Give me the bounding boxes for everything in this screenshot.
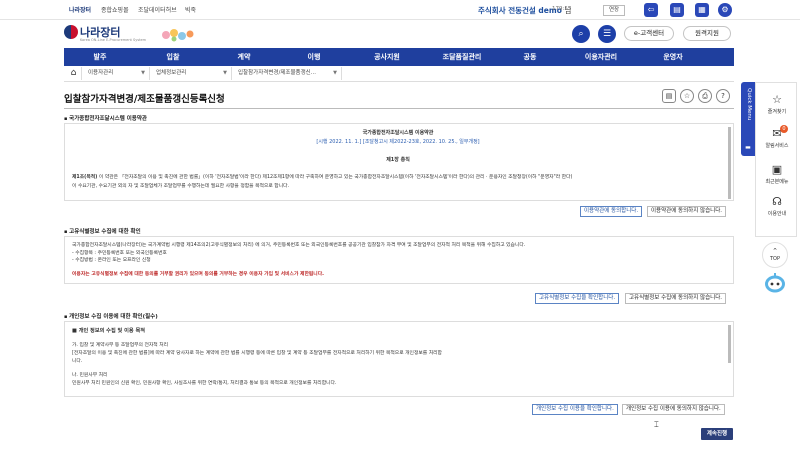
nav-item-construction-support[interactable]: 공사지원 (374, 52, 400, 62)
privacy-line5: 민원사무 처리 민원인의 신원 확인, 민원사항 확인, 사실조사를 위한 연락… (72, 381, 337, 386)
chatbot-robot-icon[interactable] (763, 272, 787, 294)
logo-subtext: Korea ON-Line E-Procurement System (80, 38, 147, 42)
top-bar: 나라장터 종합쇼핑몰 조달데이터허브 빅죽 주식회사 전동건설 demo 님 1… (0, 0, 800, 20)
session-timer: 179:55 (552, 6, 572, 12)
topbar-link-bid[interactable]: 빅죽 (185, 5, 196, 14)
breadcrumb-item-user-management[interactable]: 이용자관리 ▼ (82, 67, 150, 80)
terms-doc-date: [시행 2022. 11. 1.] [조달청고시 제2022-23호, 2022… (316, 139, 480, 145)
privacy-line1: 가. 입찰 및 계약사무 등 조달업무의 전자적 처리 (72, 343, 169, 348)
arrow-up-icon: ⌃ (772, 247, 778, 255)
privacy-line4: 나. 민원사무 처리 (72, 373, 108, 378)
extend-session-button[interactable]: 연장 (603, 5, 625, 16)
privacy-agree-button[interactable]: 개인정보 수집 이용을 확인합니다. (532, 404, 618, 415)
quick-menu-toggle-icon[interactable]: ▬ (741, 144, 755, 156)
unique-id-agree-button[interactable]: 고유식별정보 수집을 확인합니다. (535, 293, 620, 304)
section-privacy-heading: 개인정보 수집 이용에 대한 확인(필수) (64, 312, 158, 320)
nav-item-operator[interactable]: 운영자 (663, 52, 682, 62)
nav-item-quality-management[interactable]: 조달품질관리 (443, 52, 482, 62)
privacy-subhead: ■ 개인 정보의 수집 및 이용 목적 (72, 328, 146, 334)
privacy-disagree-button[interactable]: 개인정보 수집 이용에 동의하지 않습니다. (622, 404, 725, 415)
quick-menu-label-favorites: 즐겨찾기 (767, 109, 787, 115)
search-icon[interactable]: ⌕ (572, 25, 590, 43)
scroll-top-button[interactable]: ⌃ TOP (762, 242, 788, 268)
terms-scrollbar[interactable] (728, 127, 731, 199)
breadcrumb: ⌂ 이용자관리 ▼ 업체정보관리 ▼ 입찰참가자격변경/제조물품갱신... ▼ (64, 66, 734, 82)
main-navigation: 발주 입찰 계약 이행 공사지원 조달품질관리 공동 이용자관리 운영자 (64, 48, 789, 66)
topbar-link-data-hub[interactable]: 조달데이터허브 (138, 5, 177, 14)
unique-id-warning: 이용자는 고유식별정보 수집에 대한 동의를 거부할 권리가 있으며 동의를 거… (72, 272, 324, 277)
manual-icon[interactable]: ▤ (662, 89, 676, 103)
proceed-button[interactable]: 계속진행 (701, 428, 733, 440)
chevron-down-icon: ▼ (141, 70, 145, 76)
print-icon[interactable]: ▤ (670, 3, 684, 17)
terms-article-line2: 이 수요기관, 수요기관 외의 자 및 조달업체가 조달업무를 수행하는데 필요… (72, 184, 290, 189)
breadcrumb-item-current[interactable]: 입찰참가자격변경/제조물품갱신... ▼ (232, 67, 342, 80)
mouse-cursor-icon: ⌶ (654, 420, 659, 429)
topbar-link-shopping-mall[interactable]: 종합쇼핑몰 (101, 5, 129, 14)
terms-chapter: 제1장 총칙 (386, 157, 410, 163)
terms-disagree-button[interactable]: 이용약관에 동의하지 않습니다. (647, 206, 727, 217)
quick-menu-item-notifications[interactable]: ✉ 0 알림서비스 (756, 125, 798, 149)
nav-item-joint[interactable]: 공동 (524, 52, 537, 62)
breadcrumb-item-company-info[interactable]: 업체정보관리 ▼ (150, 67, 232, 80)
settings-icon[interactable]: ⚙ (718, 3, 732, 17)
chevron-down-icon: ▼ (223, 70, 227, 76)
customer-center-button[interactable]: e-고객센터 (624, 26, 674, 41)
quick-menu-item-guide[interactable]: ☊ 이용안내 (756, 195, 798, 217)
section-terms-heading: 국가종합전자조달시스템 이용약관 (64, 114, 147, 122)
recent-icon: ▣ (771, 163, 783, 176)
nav-item-bidding[interactable]: 입찰 (167, 52, 180, 62)
terms-agree-button[interactable]: 이용약관에 동의합니다. (580, 206, 643, 217)
nav-item-user-management[interactable]: 이용자관리 (585, 52, 617, 62)
remote-support-button[interactable]: 원격지원 (683, 26, 731, 41)
quick-menu-label-recent: 최근본메뉴 (765, 179, 789, 185)
unique-id-disagree-button[interactable]: 고유식별정보 수집에 동의하지 않습니다. (625, 293, 727, 304)
quick-menu-label-guide: 이용안내 (767, 211, 787, 217)
scroll-top-label: TOP (769, 256, 780, 262)
apps-icon[interactable]: ▦ (695, 3, 709, 17)
notice-icon: ✉ (772, 127, 782, 140)
chevron-down-icon: ▼ (333, 70, 337, 76)
quick-menu-panel: ☆ 즐겨찾기 ✉ 0 알림서비스 ▣ 최근본메뉴 ☊ 이용안내 (755, 82, 797, 237)
quick-menu-label: Quick Menu (746, 88, 752, 121)
terms-doc-title: 국가종합전자조달시스템 이용약관 (362, 130, 434, 136)
nav-item-order[interactable]: 발주 (94, 52, 107, 62)
sitemap-icon[interactable]: ☰ (598, 25, 616, 43)
quick-menu-item-favorites[interactable]: ☆ 즐겨찾기 (756, 93, 798, 115)
quick-menu-label-notifications: 알림서비스 (765, 143, 789, 149)
terms-article-line1: 제1조(목적) 이 약관은 「전자조달의 이용 및 촉진에 관한 법률」(이하 … (72, 175, 573, 180)
privacy-line3: 니다. (72, 359, 83, 364)
quick-menu-item-recent[interactable]: ▣ 최근본메뉴 (756, 163, 798, 185)
nav-item-contract[interactable]: 계약 (238, 52, 251, 62)
page-title: 입찰참가자격변경/제조물품갱신등록신청 (64, 94, 225, 105)
privacy-scrollbar[interactable] (728, 325, 731, 363)
home-icon[interactable]: ⌂ (66, 67, 82, 80)
favorite-star-icon[interactable]: ☆ (680, 89, 694, 103)
taegeuk-logo-icon[interactable] (64, 25, 78, 39)
logout-icon[interactable]: ⇦ (644, 3, 658, 17)
headset-icon: ☊ (772, 195, 782, 208)
print-page-icon[interactable]: ⎙ (698, 89, 712, 103)
unique-id-line1: 국가종합전자조달시스템(나라장터)는 국가계약법 시행령 제14조의2(고유식별… (72, 243, 526, 248)
notification-badge: 0 (780, 125, 788, 133)
unique-id-line3: - 수집방법 : 온라인 또는 오프라인 신청 (72, 258, 151, 263)
privacy-line2: [전자조달의 이용 및 촉진에 관한 법률]에 따라 계약 당사자로 하는 계약… (72, 351, 442, 356)
nav-item-execution[interactable]: 이행 (308, 52, 321, 62)
section-unique-id-heading: 고유식별정보 수집에 대한 확인 (64, 227, 141, 235)
flower-decoration-icon (162, 29, 194, 42)
title-divider (64, 108, 734, 109)
star-icon: ☆ (772, 93, 782, 106)
menu-icon[interactable] (779, 53, 789, 61)
unique-id-line2: - 수집항목 : 주민등록번호 또는 외국인등록번호 (72, 251, 167, 256)
help-icon[interactable]: ? (716, 89, 730, 103)
topbar-link-narajangteo[interactable]: 나라장터 (69, 5, 91, 14)
